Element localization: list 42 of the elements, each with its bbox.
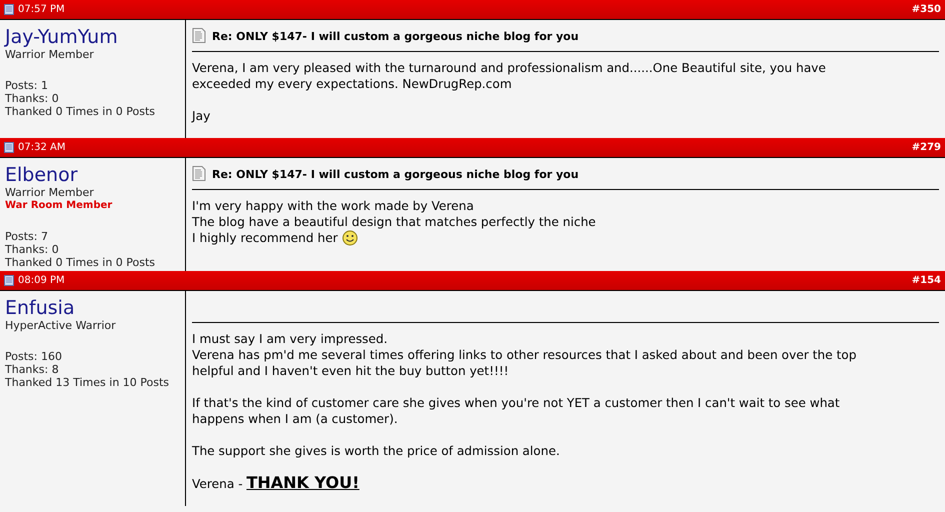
document-icon xyxy=(192,28,206,44)
user-stat: Posts: 1 xyxy=(5,79,49,92)
member-group-label: War Room Member xyxy=(5,199,114,212)
post-time: 08:09 PM xyxy=(18,275,65,286)
post-number-link[interactable]: #279 xyxy=(912,142,941,153)
message-text: Jay xyxy=(192,108,210,124)
user-stat: Thanked 13 Times in 10 Posts xyxy=(5,376,170,389)
user-stat: Thanks: 8 xyxy=(5,363,60,376)
message-text: I highly recommend her xyxy=(192,230,338,246)
post-time: 07:32 AM xyxy=(18,142,66,153)
user-stat: Thanked 0 Times in 0 Posts xyxy=(5,105,156,118)
message-text: The support she gives is worth the price of admission alone. xyxy=(192,443,560,459)
document-icon xyxy=(4,4,15,15)
user-rank: HyperActive Warrior xyxy=(5,319,117,332)
document-icon xyxy=(4,275,15,286)
user-rank: Warrior Member xyxy=(5,48,95,61)
post-title: Re: ONLY $147- I will custom a gorgeous niche blog for you xyxy=(212,30,579,42)
user-stat: Thanks: 0 xyxy=(5,92,60,105)
document-icon xyxy=(192,166,206,182)
post-number-link[interactable]: #350 xyxy=(912,4,941,15)
username-link[interactable]: Enfusia xyxy=(5,297,180,319)
message-text: Verena - THANK YOU! xyxy=(192,475,360,492)
username-link[interactable]: Jay-YumYum xyxy=(5,26,180,48)
user-stat: Posts: 160 xyxy=(5,350,63,363)
document-icon xyxy=(4,142,15,153)
message-text: If that's the kind of customer care she gives when you're not YET a customer then I can't wait to see what xyxy=(192,395,840,411)
username-link[interactable]: Elbenor xyxy=(5,164,180,186)
message-text: Verena has pm'd me several times offering links to other resources that I asked about and been over the top xyxy=(192,347,856,363)
message-text: I must say I am very impressed. xyxy=(192,331,388,347)
message-text: happens when I am (a customer). xyxy=(192,411,398,427)
post-title: Re: ONLY $147- I will custom a gorgeous niche blog for you xyxy=(212,168,579,180)
user-stat: Thanks: 0 xyxy=(5,243,60,256)
post-time: 07:57 PM xyxy=(18,4,65,15)
user-rank: Warrior Member xyxy=(5,186,95,199)
post-number-link[interactable]: #154 xyxy=(912,275,941,286)
user-stat: Thanked 0 Times in 0 Posts xyxy=(5,256,156,269)
message-text: Verena, I am very pleased with the turnaround and professionalism and......One Beautiful site, you have xyxy=(192,60,826,76)
user-stat: Posts: 7 xyxy=(5,230,49,243)
message-text: helpful and I haven't even hit the buy button yet!!!! xyxy=(192,363,509,379)
message-text: The blog have a beautiful design that matches perfectly the niche xyxy=(192,214,596,230)
message-text: I'm very happy with the work made by Verena xyxy=(192,198,474,214)
message-text: exceeded my every expectations. NewDrugRep.com xyxy=(192,76,512,92)
